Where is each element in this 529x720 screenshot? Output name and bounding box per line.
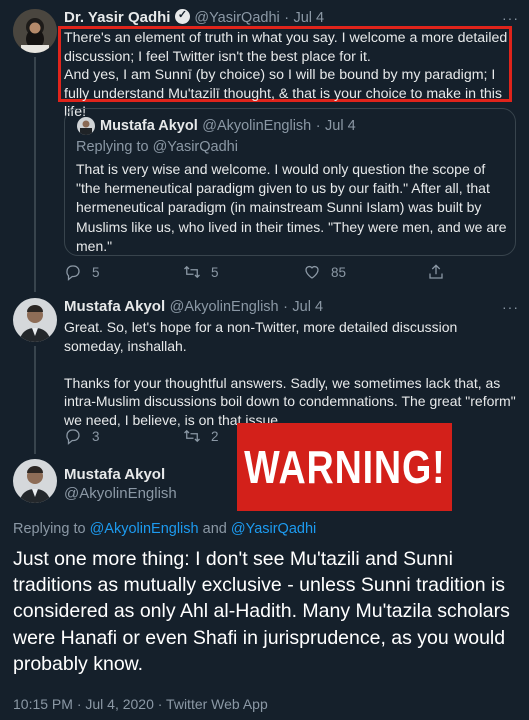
- avatar-mustafa-small-icon: [77, 117, 95, 135]
- quoted-avatar: [77, 117, 95, 135]
- author-handle[interactable]: @YasirQadhi: [194, 10, 279, 26]
- avatar[interactable]: [13, 9, 57, 53]
- reply-button[interactable]: 5: [64, 263, 100, 281]
- replying-prefix: Replying to: [13, 521, 86, 537]
- separator: ·: [284, 10, 290, 26]
- author-handle[interactable]: @AkyolinEnglish: [170, 299, 279, 315]
- thread-connector: [34, 346, 36, 454]
- quoted-text: That is very wise and welcome. I would o…: [76, 161, 511, 254]
- quoted-author-name: Mustafa Akyol: [100, 118, 198, 134]
- retweet-count: 2: [211, 428, 219, 444]
- tweet-date[interactable]: Jul 4: [293, 10, 324, 26]
- warning-label: WARNING!: [243, 441, 446, 493]
- more-options-icon[interactable]: ···: [502, 299, 519, 315]
- verified-badge-icon: [174, 8, 190, 24]
- tweet-text: Great. So, let's hope for a non-Twitter,…: [64, 319, 516, 428]
- mention-link[interactable]: @AkyolinEnglish: [90, 521, 199, 537]
- tweet-header: Dr. Yasir Qadhi @YasirQadhi · Jul 4: [64, 8, 324, 27]
- quoted-header: Mustafa Akyol @AkyolinEnglish · Jul 4: [100, 117, 356, 135]
- author-name[interactable]: Mustafa Akyol: [64, 466, 165, 483]
- avatar-yasir-icon: [13, 9, 57, 53]
- quoted-replying-to: Replying to @YasirQadhi: [76, 139, 238, 155]
- tweet-header: Mustafa Akyol @AkyolinEnglish · Jul 4: [64, 298, 323, 316]
- retweet-count: 5: [211, 264, 219, 280]
- tweet-timestamp[interactable]: 10:15 PM · Jul 4, 2020 · Twitter Web App: [13, 696, 268, 712]
- reply-button[interactable]: 3: [64, 427, 100, 445]
- tweet-date[interactable]: Jul 4: [292, 299, 323, 315]
- reply-count: 5: [92, 264, 100, 280]
- like-button[interactable]: 85: [303, 263, 346, 281]
- author-name[interactable]: Dr. Yasir Qadhi: [64, 9, 170, 26]
- quoted-date: Jul 4: [325, 118, 356, 134]
- replying-and: and: [202, 521, 227, 537]
- thread-connector: [34, 57, 36, 292]
- replying-to: Replying to @AkyolinEnglish and @YasirQa…: [13, 521, 316, 537]
- avatar-mustafa-icon: [13, 459, 57, 503]
- like-count: 85: [331, 264, 347, 280]
- share-button[interactable]: [427, 263, 445, 281]
- warning-banner: WARNING!: [237, 423, 452, 511]
- heart-icon: [305, 265, 319, 279]
- avatar-mustafa-icon: [13, 298, 57, 342]
- reply-icon: [66, 429, 80, 445]
- separator: ·: [315, 118, 321, 134]
- retweet-icon: [184, 265, 200, 279]
- reply-count: 3: [92, 428, 100, 444]
- avatar[interactable]: [13, 298, 57, 342]
- retweet-button[interactable]: 2: [183, 427, 219, 445]
- more-options-icon[interactable]: ···: [502, 10, 519, 26]
- quoted-author-handle: @AkyolinEnglish: [202, 118, 312, 134]
- retweet-icon: [184, 429, 200, 443]
- main-tweet-text: Just one more thing: I don't see Mu'tazi…: [13, 548, 510, 675]
- retweet-button[interactable]: 5: [183, 263, 219, 281]
- separator: ·: [283, 299, 288, 315]
- author-handle[interactable]: @AkyolinEnglish: [64, 485, 177, 502]
- author-name[interactable]: Mustafa Akyol: [64, 298, 165, 315]
- mention-link[interactable]: @YasirQadhi: [231, 521, 316, 537]
- reply-icon: [66, 265, 80, 281]
- avatar[interactable]: [13, 459, 57, 503]
- share-icon: [429, 264, 443, 279]
